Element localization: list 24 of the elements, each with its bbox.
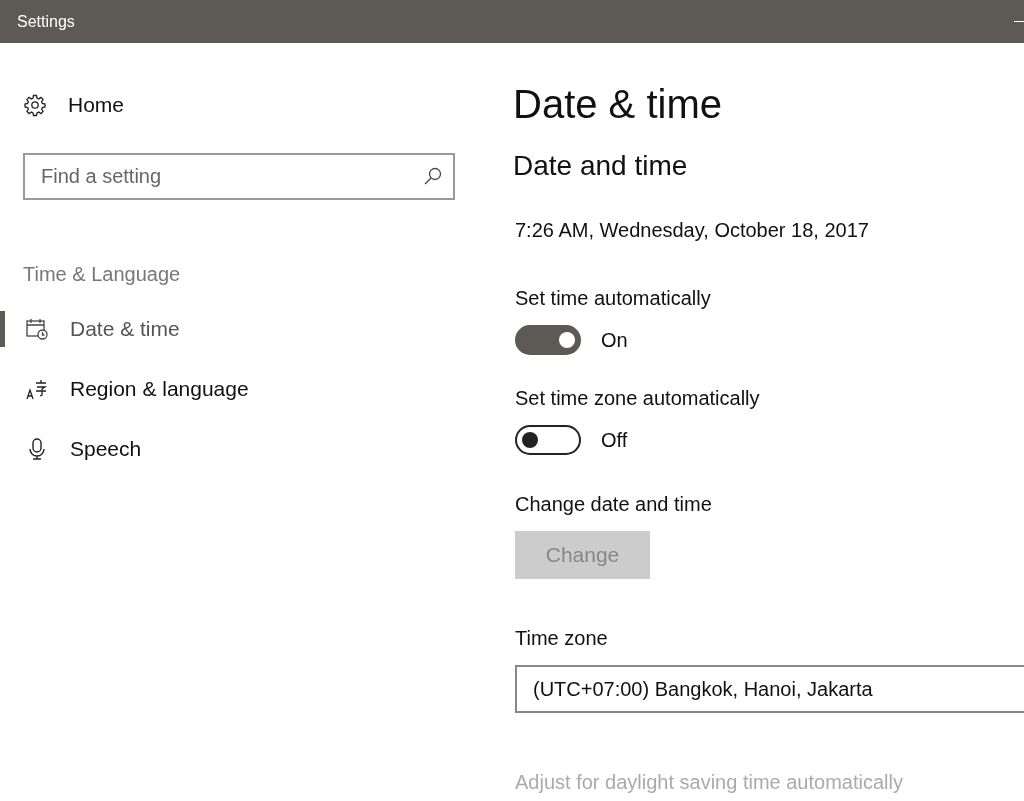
- page-title: Date & time: [513, 81, 723, 128]
- toggle-label: Set time zone automatically: [515, 386, 761, 411]
- section-heading: Date and time: [513, 149, 689, 183]
- toggle-switch[interactable]: [515, 425, 581, 455]
- nav-item[interactable]: Date & time: [0, 311, 470, 347]
- search-icon[interactable]: [423, 166, 443, 186]
- toggle-state: Off: [601, 428, 628, 453]
- time-zone-dropdown[interactable]: (UTC+07:00) Bangkok, Hanoi, Jakarta: [515, 665, 1024, 713]
- section-heading: Time & Language: [23, 262, 182, 287]
- search-field[interactable]: Find a setting: [23, 153, 455, 200]
- field-label: Change date and time: [515, 492, 713, 517]
- toggle-switch[interactable]: [515, 325, 581, 355]
- home-link[interactable]: Home: [0, 91, 470, 119]
- daylight-setting-label: Adjust for daylight saving time automatically: [515, 770, 904, 795]
- calendar-clock-icon: [25, 317, 49, 341]
- field-label: Time zone: [515, 626, 609, 651]
- toggle-label: Set time automatically: [515, 286, 712, 311]
- toggle-state: On: [601, 328, 628, 353]
- window-title: Settings: [17, 11, 75, 32]
- current-date-time: 7:26 AM, Wednesday, October 18, 2017: [515, 218, 870, 243]
- language-icon: [25, 377, 49, 401]
- settings-icon: [23, 93, 47, 117]
- nav-item[interactable]: Region & language: [0, 371, 470, 407]
- nav-item[interactable]: Speech: [0, 431, 470, 467]
